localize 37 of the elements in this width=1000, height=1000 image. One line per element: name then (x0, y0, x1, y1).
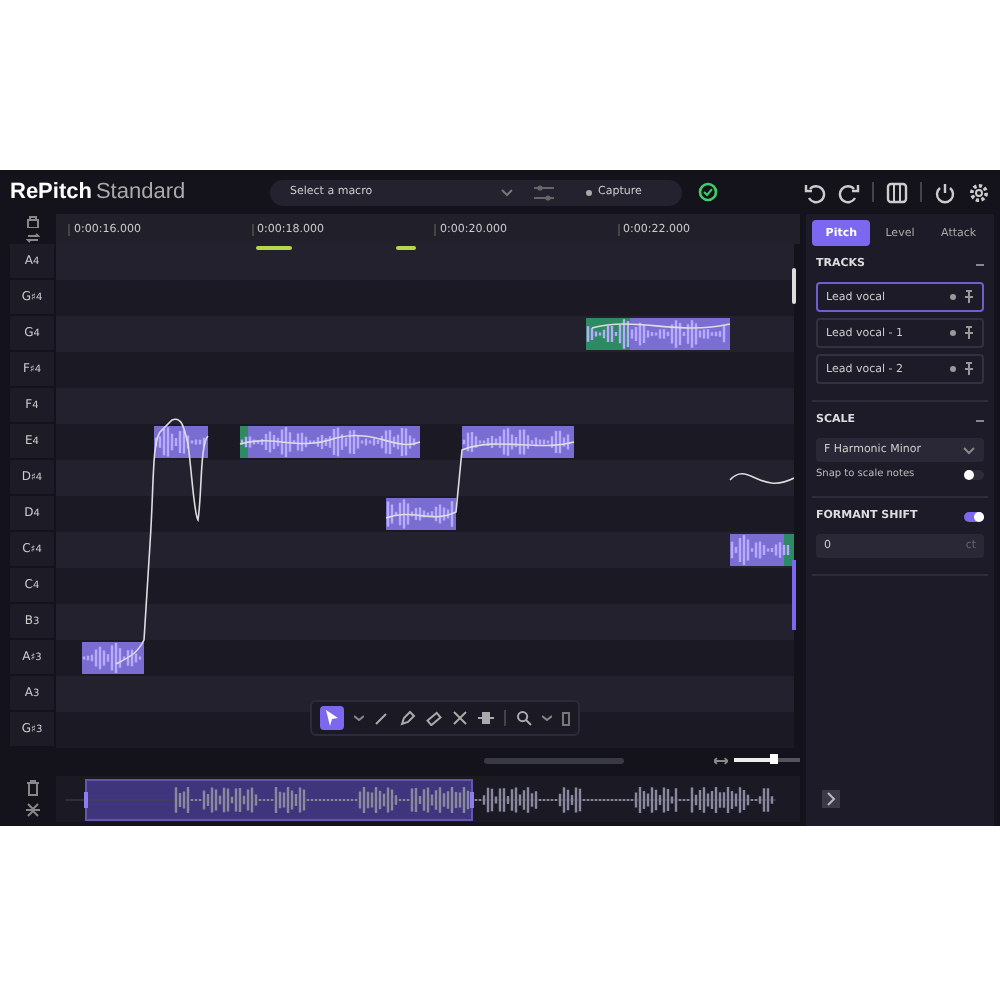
scroll-handle[interactable] (792, 268, 796, 304)
zoom-width-icon (714, 755, 728, 765)
scrollbar[interactable] (792, 560, 796, 630)
scrollbar[interactable] (484, 757, 625, 763)
note-block[interactable] (730, 533, 794, 567)
formant-toggle[interactable] (964, 511, 984, 521)
columns-icon[interactable] (886, 181, 908, 203)
eraser-icon[interactable] (426, 710, 442, 726)
sliders-icon[interactable] (534, 183, 554, 201)
pointer-icon[interactable] (320, 706, 344, 730)
edition-label: Standard (95, 180, 186, 204)
pin-icon[interactable] (964, 326, 974, 340)
chevron-down-icon (500, 187, 514, 197)
settings-icon[interactable] (968, 181, 990, 203)
lock-icon[interactable] (25, 214, 39, 229)
power-icon[interactable] (934, 181, 956, 203)
pin-icon[interactable] (964, 362, 974, 376)
expand-button[interactable] (822, 790, 840, 808)
pen-icon[interactable] (374, 710, 390, 726)
trash-icon[interactable] (25, 780, 39, 796)
undo-icon[interactable] (804, 181, 826, 203)
snap-toggle[interactable] (964, 469, 984, 479)
loop-icon[interactable] (25, 229, 39, 244)
marker (256, 246, 292, 250)
check-circle-icon (698, 182, 718, 202)
caret-icon[interactable] (354, 714, 364, 722)
pencil-icon[interactable] (400, 710, 416, 726)
marker (396, 246, 416, 250)
brand-name: RePitch (10, 180, 92, 204)
pin-icon[interactable] (964, 290, 974, 304)
scissors-icon[interactable] (452, 710, 468, 726)
redo-icon[interactable] (838, 181, 860, 203)
note-block[interactable] (240, 425, 420, 459)
note-block[interactable] (82, 641, 144, 675)
caret-icon[interactable] (542, 714, 552, 722)
chevron-down-icon (962, 445, 976, 455)
zoom-icon[interactable] (516, 710, 532, 726)
